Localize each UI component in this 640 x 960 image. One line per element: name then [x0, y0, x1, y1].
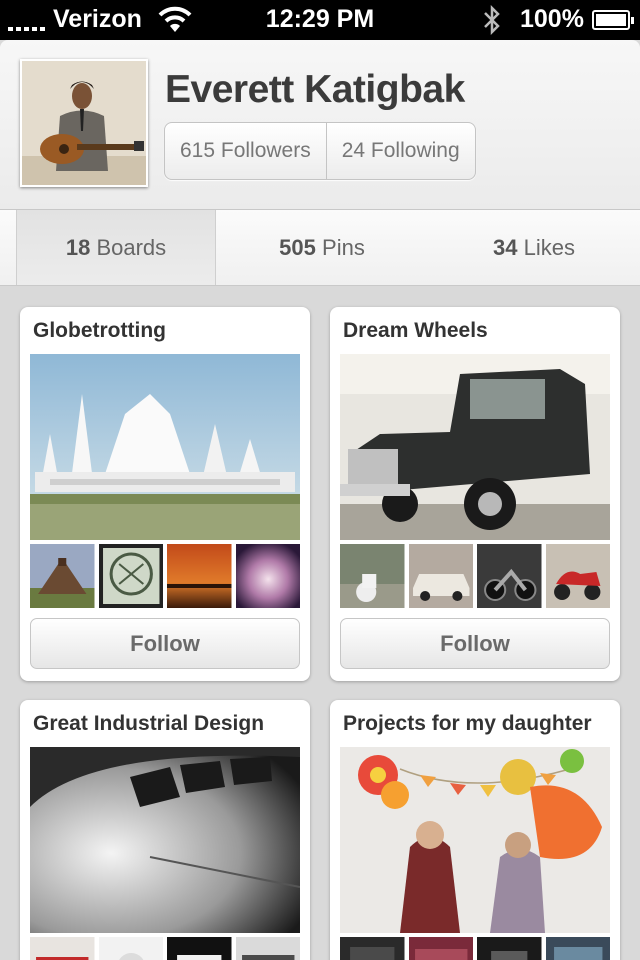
tab-pins-count: 505 — [279, 235, 316, 260]
profile-tabs: 18 Boards 505 Pins 34 Likes — [0, 210, 640, 286]
pin-thumbnail[interactable] — [98, 937, 163, 960]
board-thumbnails — [340, 544, 610, 608]
pin-thumbnail[interactable] — [30, 937, 95, 960]
follow-button[interactable]: Follow — [30, 618, 300, 669]
board-thumbnails — [30, 544, 300, 608]
tab-boards-label: Boards — [96, 235, 167, 260]
profile-header: Everett Katigbak 615 Followers 24 Follow… — [0, 40, 640, 210]
tab-pins-label: Pins — [322, 235, 365, 260]
tab-likes[interactable]: 34 Likes — [428, 210, 640, 285]
follow-stats: 615 Followers 24 Following — [164, 122, 476, 180]
board-title: Globetrotting — [33, 319, 166, 342]
bluetooth-icon — [484, 5, 500, 35]
battery-percentage: 100% — [520, 5, 584, 33]
board-title: Projects for my daughter — [343, 712, 592, 735]
tab-likes-count: 34 — [493, 235, 518, 260]
pin-thumbnail[interactable] — [340, 937, 405, 960]
board-cover-image[interactable] — [340, 354, 610, 540]
tab-boards-count: 18 — [65, 235, 91, 260]
profile-name: Everett Katigbak — [165, 68, 465, 111]
pin-thumbnail[interactable] — [545, 544, 610, 608]
status-bar: Verizon 12:29 PM 100% — [0, 0, 640, 40]
follow-button[interactable]: Follow — [340, 618, 610, 669]
pin-thumbnail[interactable] — [235, 544, 300, 608]
tab-pins[interactable]: 505 Pins — [216, 210, 428, 285]
pin-thumbnail[interactable] — [98, 544, 163, 608]
board-cover-image[interactable] — [30, 354, 300, 540]
pin-thumbnail[interactable] — [408, 937, 473, 960]
pin-thumbnail[interactable] — [477, 937, 542, 960]
board-card[interactable]: Great Industrial Design — [20, 700, 310, 960]
followers-button[interactable]: 615 Followers — [165, 123, 326, 179]
board-thumbnails — [340, 937, 610, 960]
board-cover-image[interactable] — [30, 747, 300, 933]
tab-likes-label: Likes — [523, 235, 575, 260]
board-cover-image[interactable] — [340, 747, 610, 933]
pin-thumbnail[interactable] — [545, 937, 610, 960]
board-card[interactable]: Dream Wheels Follow — [330, 307, 620, 681]
board-card[interactable]: Globetrotting Follow — [20, 307, 310, 681]
board-thumbnails — [30, 937, 300, 960]
pin-thumbnail[interactable] — [167, 544, 232, 608]
pin-thumbnail[interactable] — [408, 544, 473, 608]
board-title: Great Industrial Design — [33, 712, 265, 735]
avatar[interactable] — [20, 59, 148, 187]
board-title: Dream Wheels — [343, 319, 488, 342]
pin-thumbnail[interactable] — [235, 937, 300, 960]
pin-thumbnail[interactable] — [477, 544, 542, 608]
tab-boards[interactable]: 18 Boards — [16, 210, 216, 285]
board-card[interactable]: Projects for my daughter — [330, 700, 620, 960]
pin-thumbnail[interactable] — [340, 544, 405, 608]
pin-thumbnail[interactable] — [167, 937, 232, 960]
battery-icon — [592, 10, 634, 30]
following-button[interactable]: 24 Following — [325, 123, 475, 179]
pin-thumbnail[interactable] — [30, 544, 95, 608]
